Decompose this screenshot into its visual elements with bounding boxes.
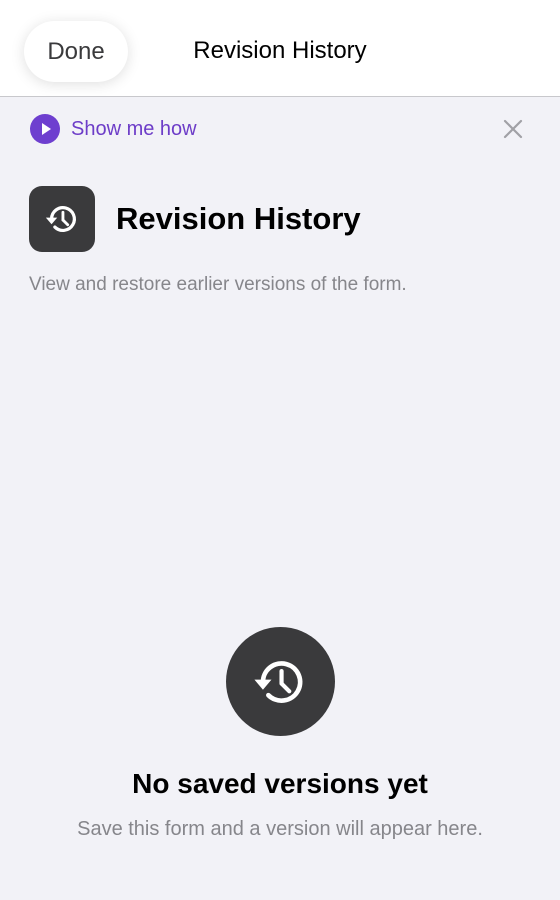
navigation-bar: Done Revision History (0, 0, 560, 97)
empty-state-title: No saved versions yet (132, 768, 428, 799)
nav-title: Revision History (193, 37, 367, 64)
feature-description: View and restore earlier versions of the… (29, 274, 407, 295)
show-me-how-link[interactable]: Show me how (30, 114, 197, 144)
history-icon (254, 660, 303, 703)
revision-history-screen: Done Revision History Show me how Revisi… (0, 0, 560, 900)
show-me-how-label: Show me how (71, 118, 197, 140)
feature-icon-tile (29, 186, 95, 252)
close-button[interactable] (498, 114, 528, 144)
empty-state: No saved versions yet Save this form and… (0, 627, 560, 842)
feature-title: Revision History (116, 201, 361, 236)
history-icon (45, 206, 76, 233)
empty-state-subtitle: Save this form and a version will appear… (77, 818, 483, 840)
empty-state-icon-circle (225, 627, 335, 736)
play-icon (30, 114, 60, 144)
feature-header: Revision History (29, 186, 529, 252)
close-icon (503, 119, 523, 139)
